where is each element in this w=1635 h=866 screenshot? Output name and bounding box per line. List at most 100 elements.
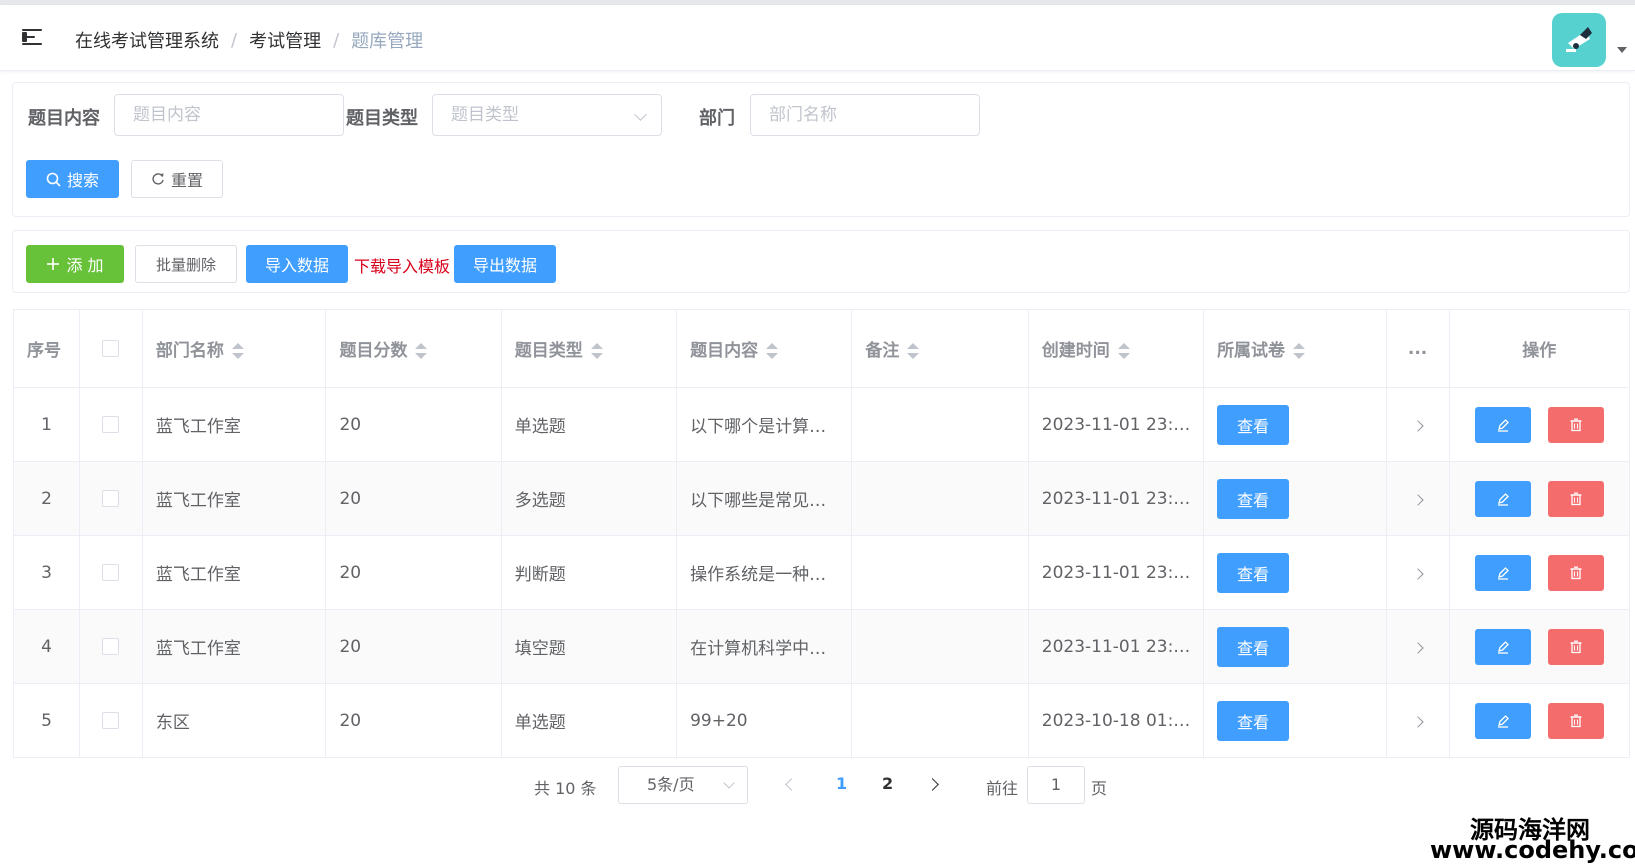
edit-button[interactable]: [1474, 702, 1531, 739]
col-index-header: 序号: [13, 309, 80, 388]
cell-index: 2: [13, 461, 80, 536]
page-number-2[interactable]: 2: [882, 774, 893, 793]
row-checkbox[interactable]: [102, 564, 120, 581]
edit-button[interactable]: [1474, 406, 1531, 443]
sort-icon[interactable]: [1117, 343, 1130, 359]
cell-ops: [1449, 461, 1630, 536]
chevron-right-icon[interactable]: [1411, 419, 1424, 432]
table-header-row: 序号 部门名称 题目分数 题目类型 题目内容 备注 创建时间 所属试卷 ... …: [13, 309, 1630, 388]
delete-button[interactable]: [1547, 480, 1604, 517]
add-button[interactable]: 添 加: [26, 245, 124, 283]
col-created-header[interactable]: 创建时间: [1028, 309, 1205, 388]
search-button[interactable]: 搜索: [26, 160, 119, 198]
type-select[interactable]: 题目类型: [432, 94, 662, 136]
page-size-select[interactable]: 5条/页: [618, 766, 748, 804]
col-content-header[interactable]: 题目内容: [676, 309, 853, 388]
export-button[interactable]: 导出数据: [454, 245, 556, 283]
edit-button[interactable]: [1474, 628, 1531, 665]
delete-button[interactable]: [1547, 702, 1604, 739]
breadcrumb-item-question-bank: 题库管理: [351, 31, 424, 52]
cell-dept: 蓝飞工作室: [142, 461, 327, 536]
edit-button[interactable]: [1474, 554, 1531, 591]
row-checkbox[interactable]: [102, 490, 120, 507]
avatar-image-icon: [1566, 27, 1592, 52]
delete-button[interactable]: [1547, 406, 1604, 443]
col-score-header[interactable]: 题目分数: [325, 309, 502, 388]
view-paper-button[interactable]: 查看: [1217, 626, 1290, 667]
cell-select: [79, 535, 143, 610]
chevron-right-icon[interactable]: [1411, 715, 1424, 728]
breadcrumb: 在线考试管理系统 / 考试管理 / 题库管理: [75, 27, 423, 53]
dept-input[interactable]: 部门名称: [750, 94, 980, 136]
type-label: 题目类型: [346, 108, 418, 129]
view-paper-button[interactable]: 查看: [1217, 404, 1290, 445]
cell-score: 20: [325, 461, 502, 536]
cell-type: 单选题: [501, 683, 678, 758]
cell-content: 操作系统是一种…: [676, 535, 853, 610]
prev-page-icon[interactable]: [785, 778, 798, 791]
row-checkbox[interactable]: [102, 638, 120, 655]
edit-icon: [1497, 566, 1509, 580]
cell-expand: [1386, 535, 1450, 610]
sort-icon[interactable]: [415, 343, 428, 359]
cell-remark: [851, 387, 1029, 462]
cell-content: 在计算机科学中…: [676, 609, 853, 684]
import-button[interactable]: 导入数据: [246, 245, 348, 283]
chevron-right-icon[interactable]: [1411, 493, 1424, 506]
cell-paper: 查看: [1203, 387, 1387, 462]
edit-icon: [1497, 640, 1509, 654]
select-all-checkbox[interactable]: [102, 340, 120, 357]
sort-icon[interactable]: [231, 343, 244, 359]
avatar[interactable]: [1552, 13, 1606, 67]
sort-icon[interactable]: [1293, 343, 1306, 359]
col-remark-header[interactable]: 备注: [851, 309, 1029, 388]
chevron-right-icon[interactable]: [1411, 567, 1424, 580]
avatar-dropdown-icon[interactable]: [1617, 47, 1627, 53]
content-label: 题目内容: [28, 108, 100, 129]
row-checkbox[interactable]: [102, 416, 120, 433]
view-paper-button[interactable]: 查看: [1217, 700, 1290, 741]
edit-button[interactable]: [1474, 480, 1531, 517]
chevron-right-icon[interactable]: [1411, 641, 1424, 654]
cell-paper: 查看: [1203, 535, 1387, 610]
content-input[interactable]: 题目内容: [114, 94, 344, 136]
trash-icon: [1570, 714, 1582, 727]
cell-created: 2023-11-01 23:…: [1028, 535, 1205, 610]
reset-button[interactable]: 重置: [131, 160, 223, 198]
cell-dept: 蓝飞工作室: [142, 535, 327, 610]
cell-dept: 蓝飞工作室: [142, 609, 327, 684]
sort-icon[interactable]: [590, 343, 603, 359]
search-icon: [46, 172, 61, 187]
sort-icon[interactable]: [766, 343, 779, 359]
batch-delete-button[interactable]: 批量删除: [135, 245, 237, 283]
col-type-header[interactable]: 题目类型: [501, 309, 678, 388]
row-checkbox[interactable]: [102, 712, 120, 729]
question-table: 序号 部门名称 题目分数 题目类型 题目内容 备注 创建时间 所属试卷 ... …: [13, 309, 1630, 758]
col-dept-header[interactable]: 部门名称: [142, 309, 327, 388]
menu-toggle-icon[interactable]: [22, 28, 44, 46]
chevron-down-icon: [634, 108, 647, 121]
cell-index: 1: [13, 387, 80, 462]
download-template-link[interactable]: 下载导入模板: [354, 253, 450, 277]
cell-created: 2023-11-01 23:…: [1028, 387, 1205, 462]
next-page-icon[interactable]: [926, 778, 939, 791]
navbar: 在线考试管理系统 / 考试管理 / 题库管理: [0, 5, 1635, 71]
cell-expand: [1386, 461, 1450, 536]
breadcrumb-item-system[interactable]: 在线考试管理系统: [75, 27, 219, 53]
col-paper-header[interactable]: 所属试卷: [1203, 309, 1387, 388]
cell-remark: [851, 609, 1029, 684]
breadcrumb-item-exam[interactable]: 考试管理: [249, 27, 321, 53]
sort-icon[interactable]: [907, 343, 920, 359]
view-paper-button[interactable]: 查看: [1217, 552, 1290, 593]
page-number-1[interactable]: 1: [836, 774, 847, 793]
view-paper-button[interactable]: 查看: [1217, 478, 1290, 519]
table-row: 1 蓝飞工作室 20 单选题 以下哪个是计算… 2023-11-01 23:… …: [13, 387, 1630, 462]
delete-button[interactable]: [1547, 628, 1604, 665]
cell-index: 3: [13, 535, 80, 610]
search-button-label: 搜索: [66, 171, 99, 190]
delete-button[interactable]: [1547, 554, 1604, 591]
cell-ops: [1449, 683, 1630, 758]
cell-created: 2023-10-18 01:…: [1028, 683, 1205, 758]
cell-type: 多选题: [501, 461, 678, 536]
goto-page-input[interactable]: 1: [1027, 766, 1085, 804]
